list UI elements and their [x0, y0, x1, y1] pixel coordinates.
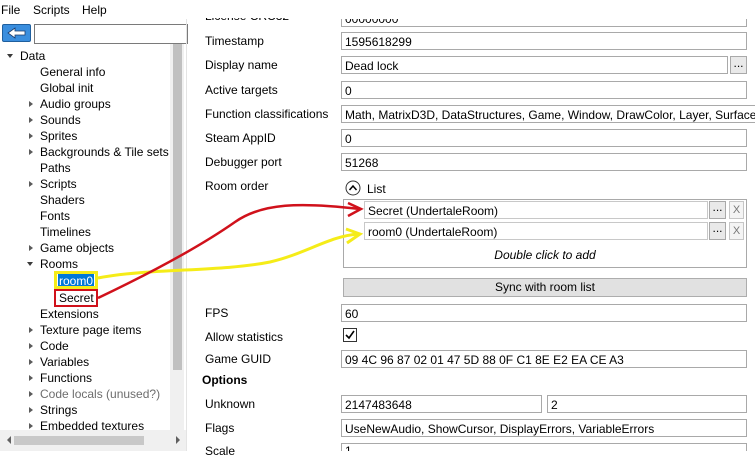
red-arrow [97, 201, 364, 300]
annotation-arrows [97, 201, 364, 300]
yellow-arrow [97, 227, 364, 280]
